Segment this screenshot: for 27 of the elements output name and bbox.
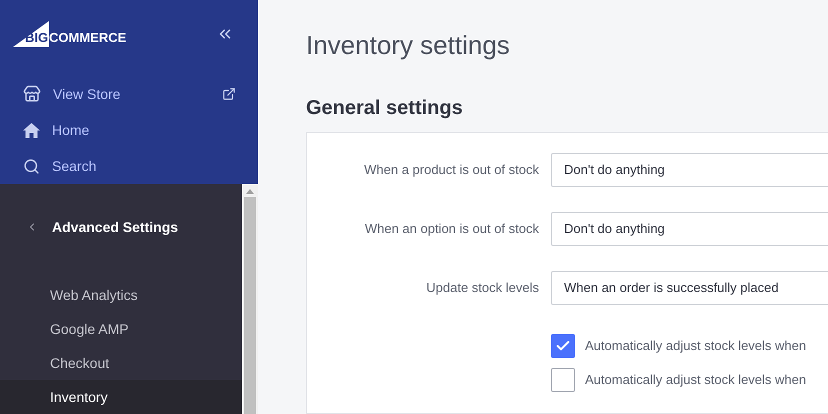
scroll-up-icon[interactable] (246, 189, 254, 194)
field-label: When an option is out of stock (364, 220, 539, 238)
nav-link[interactable]: View Store (53, 84, 120, 104)
scrollbar[interactable] (242, 184, 258, 414)
field-label: When a product is out of stock (363, 161, 539, 180)
select-field[interactable]: Don't do anything (551, 153, 828, 187)
nav-link[interactable]: Search (52, 156, 96, 176)
sidebar-item[interactable]: Inventory (0, 380, 242, 414)
select-field[interactable]: When an order is successfully placed (551, 271, 828, 305)
checkbox-label: Automatically adjust stock levels when (585, 371, 806, 390)
store-icon (23, 85, 41, 103)
nav-link[interactable]: Home (52, 120, 90, 140)
select-field[interactable]: Don't do anything (551, 212, 828, 246)
section-heading: General settings (306, 96, 464, 121)
checkbox[interactable] (551, 368, 575, 392)
home-icon (23, 122, 40, 138)
checkbox[interactable] (551, 334, 575, 358)
external-link-icon[interactable] (222, 87, 236, 101)
sidebar-item[interactable]: Checkout (0, 346, 242, 380)
checkbox-label: Automatically adjust stock levels when (585, 337, 806, 356)
page-title: Inventory settings (306, 29, 511, 62)
logo-text: COMMERCE (49, 31, 126, 47)
search-icon (23, 158, 40, 174)
section-title: Advanced Settings (52, 218, 178, 237)
sidebar-item[interactable]: Web Analytics (0, 278, 242, 312)
sidebar-item[interactable]: Google AMP (0, 312, 242, 346)
field-label: Update stock levels (425, 279, 539, 298)
